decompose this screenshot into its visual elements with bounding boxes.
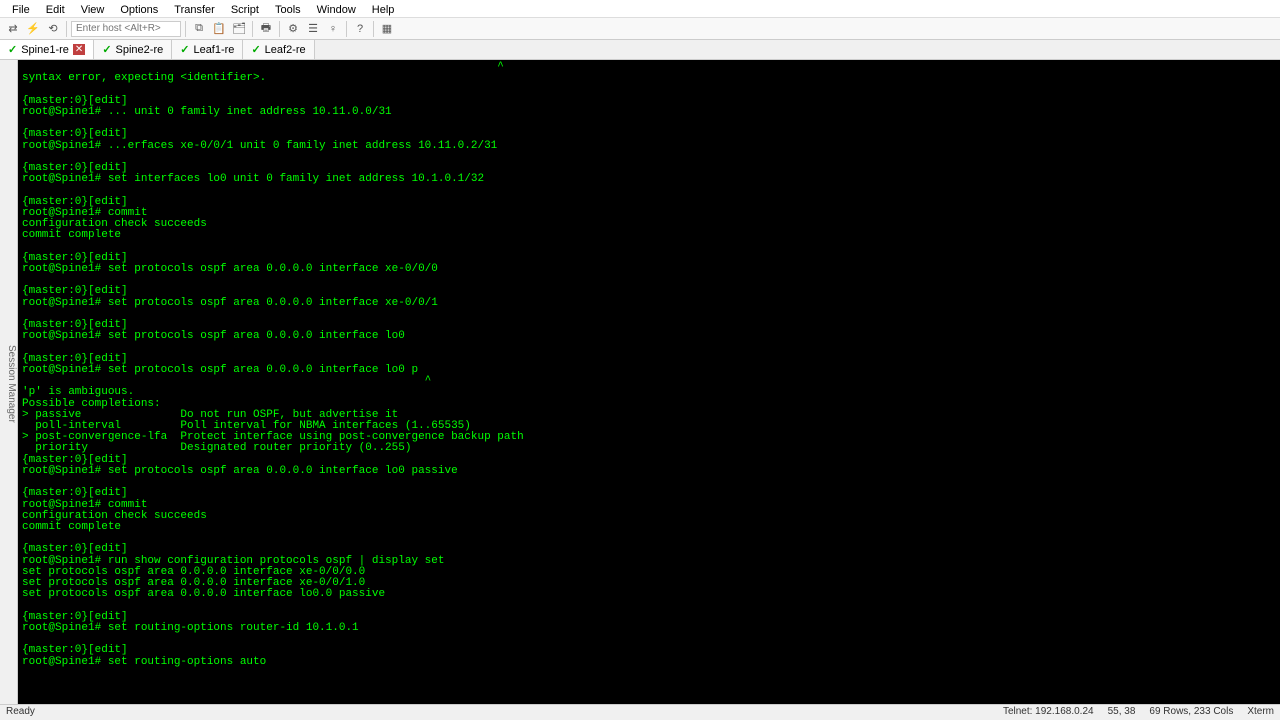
session-options-icon[interactable]: ☰	[304, 20, 322, 38]
menu-tools[interactable]: Tools	[267, 2, 309, 15]
separator	[185, 21, 186, 37]
reconnect-icon[interactable]: ⇄	[4, 20, 22, 38]
copy-icon[interactable]: ⧉	[190, 20, 208, 38]
tab-leaf2-re[interactable]: ✓ Leaf2-re	[243, 40, 314, 59]
status-connection: Telnet: 192.168.0.24	[1003, 706, 1094, 719]
close-icon[interactable]: ✕	[73, 44, 85, 55]
options-icon[interactable]: ⚙	[284, 20, 302, 38]
check-icon: ✓	[102, 43, 111, 56]
session-manager-panel[interactable]: Session Manager	[0, 60, 18, 704]
tab-label: Spine2-re	[116, 44, 164, 56]
separator	[66, 21, 67, 37]
separator	[346, 21, 347, 37]
tab-spine1-re[interactable]: ✓ Spine1-re ✕	[0, 40, 94, 59]
separator	[252, 21, 253, 37]
status-cursor-pos: 55, 38	[1108, 706, 1136, 719]
menu-options[interactable]: Options	[112, 2, 166, 15]
separator	[373, 21, 374, 37]
menu-bar: FileEditViewOptionsTransferScriptToolsWi…	[0, 0, 1280, 18]
check-icon: ✓	[251, 43, 260, 56]
status-dimensions: 69 Rows, 233 Cols	[1149, 706, 1233, 719]
status-ready: Ready	[6, 706, 35, 719]
terminal-output[interactable]: ^ syntax error, expecting <identifier>. …	[18, 60, 1280, 704]
tab-label: Leaf1-re	[193, 44, 234, 56]
check-icon: ✓	[180, 43, 189, 56]
quick-connect-icon[interactable]: ⚡	[24, 20, 42, 38]
status-bar: Ready Telnet: 192.168.0.24 55, 38 69 Row…	[0, 704, 1280, 720]
paste-icon[interactable]: 📋	[210, 20, 228, 38]
tab-leaf1-re[interactable]: ✓ Leaf1-re	[172, 40, 243, 59]
check-icon: ✓	[8, 43, 17, 56]
menu-help[interactable]: Help	[364, 2, 403, 15]
find-icon[interactable]: 🗂	[230, 20, 248, 38]
menu-window[interactable]: Window	[309, 2, 364, 15]
menu-file[interactable]: File	[4, 2, 38, 15]
filter-icon[interactable]: ♀	[324, 20, 342, 38]
menu-edit[interactable]: Edit	[38, 2, 73, 15]
help-icon[interactable]: ?	[351, 20, 369, 38]
new-window-icon[interactable]: ▦	[378, 20, 396, 38]
status-emulation: Xterm	[1247, 706, 1274, 719]
toolbar: ⇄ ⚡ ⟲ ⧉ 📋 🗂 🖶 ⚙ ☰ ♀ ? ▦	[0, 18, 1280, 40]
disconnect-icon[interactable]: ⟲	[44, 20, 62, 38]
menu-transfer[interactable]: Transfer	[166, 2, 223, 15]
host-input[interactable]	[71, 21, 181, 37]
print-icon[interactable]: 🖶	[257, 20, 275, 38]
menu-script[interactable]: Script	[223, 2, 267, 15]
separator	[279, 21, 280, 37]
tab-label: Leaf2-re	[265, 44, 306, 56]
tab-label: Spine1-re	[21, 44, 69, 56]
session-tabs: ✓ Spine1-re ✕ ✓ Spine2-re ✓ Leaf1-re ✓ Leaf2-re	[0, 40, 1280, 60]
tab-spine2-re[interactable]: ✓ Spine2-re	[94, 40, 172, 59]
menu-view[interactable]: View	[73, 2, 113, 15]
